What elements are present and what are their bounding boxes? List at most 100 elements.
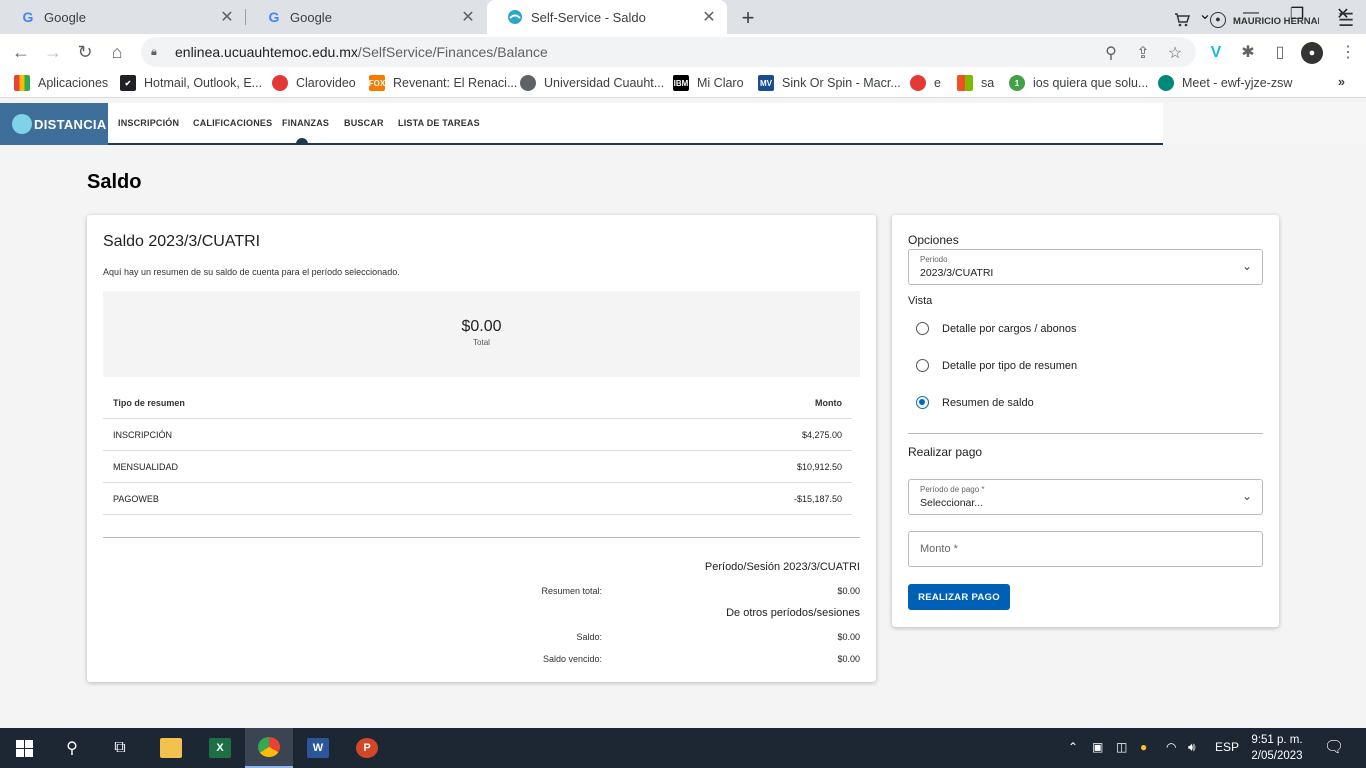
wifi-icon[interactable]: ◠ (1166, 740, 1176, 754)
browser-tab[interactable]: G Google ✕ (246, 0, 486, 34)
saldo-label: Saldo: (576, 632, 602, 642)
reload-icon[interactable]: ↻ (72, 39, 98, 65)
radio-detalle-cargos[interactable]: Detalle por cargos / abonos (916, 322, 1077, 335)
column-header: Monto (815, 397, 842, 408)
logo-mark-icon (12, 114, 32, 134)
browser-tab-active[interactable]: Self-Service - Saldo ✕ (487, 0, 727, 34)
table-header: Tipo de resumen Monto (103, 387, 852, 419)
row-amount: $4,275.00 (801, 429, 842, 440)
tab-title: Google (290, 9, 332, 25)
close-tab-icon[interactable]: ✕ (460, 7, 476, 27)
bookmark-item[interactable]: Meet - ewf-yjze-zsw (1158, 75, 1292, 91)
amount-input[interactable]: Monto * (908, 531, 1263, 567)
row-type: PAGOWEB (113, 493, 159, 504)
file-explorer-icon[interactable] (147, 728, 195, 768)
summary-total-value: $0.00 (837, 586, 860, 596)
balance-heading: Saldo 2023/3/CUATRI (103, 233, 261, 250)
clock-time: 9:51 p. m. (1251, 734, 1303, 746)
bookmark-label: Clarovideo (296, 76, 356, 90)
hamburger-menu-icon[interactable]: ☰ (1338, 10, 1354, 31)
chrome-icon[interactable] (245, 728, 293, 768)
google-icon: G (268, 9, 280, 25)
column-header: Tipo de resumen (113, 397, 185, 408)
lock-icon[interactable]: 🔒︎ (151, 46, 165, 59)
radio-button[interactable] (916, 359, 929, 372)
notifications-icon[interactable]: 🗨︎ (1324, 737, 1344, 757)
profile-avatar[interactable]: ● (1301, 42, 1323, 64)
norton-icon[interactable]: ● (1140, 740, 1147, 754)
nav-calificaciones[interactable]: CALIFICACIONES (193, 118, 272, 128)
payment-period-select[interactable]: Período de pago * Seleccionar... ⌄ (908, 479, 1263, 515)
new-tab-icon[interactable]: + (738, 5, 758, 31)
period-select-label: Periodo (920, 255, 948, 264)
word-icon[interactable]: W (294, 728, 342, 768)
chevron-down-icon: ⌄ (1241, 259, 1252, 273)
radio-button[interactable] (916, 322, 929, 335)
home-icon[interactable]: ⌂ (104, 39, 130, 65)
bookmark-item[interactable]: ✔ Hotmail, Outlook, E... (120, 75, 262, 91)
screen-icon[interactable]: ◫ (1116, 740, 1127, 754)
tray-overflow-icon[interactable]: ⌃ (1068, 740, 1078, 754)
table-row: INSCRIPCIÓN $4,275.00 (103, 419, 852, 451)
opera-icon (910, 75, 926, 91)
row-type: INSCRIPCIÓN (113, 429, 173, 440)
overdue-label: Saldo vencido: (542, 654, 602, 664)
browser-tab[interactable]: G Google ✕ (0, 0, 245, 34)
volume-icon[interactable]: 🔊︎ (1188, 740, 1196, 755)
number-one-icon: 1 (1009, 75, 1025, 91)
excel-icon[interactable]: X (196, 728, 244, 768)
summary-total-label: Resumen total: (541, 586, 602, 596)
bookmark-star-icon[interactable]: ☆ (1165, 43, 1185, 63)
nav-inscripcion[interactable]: INSCRIPCIÓN (118, 118, 179, 128)
forward-icon[interactable]: → (40, 39, 66, 65)
more-bookmarks-icon[interactable]: » (1338, 75, 1345, 89)
search-icon[interactable]: ⚲ (60, 736, 84, 760)
back-icon[interactable]: ← (8, 39, 34, 65)
logo[interactable]: DISTANCIA (0, 103, 108, 145)
bookmark-item[interactable]: MV Sink Or Spin - Macr... (758, 75, 901, 91)
side-panel-icon[interactable]: ▯ (1269, 42, 1291, 64)
language-indicator[interactable]: ESP (1215, 740, 1239, 754)
close-tab-icon[interactable]: ✕ (701, 7, 717, 27)
windows-start-icon[interactable] (12, 736, 36, 760)
nav-finanzas[interactable]: FINANZAS (282, 118, 329, 128)
extensions-icon[interactable]: ✱ (1237, 42, 1259, 64)
nav-buscar[interactable]: BUSCAR (344, 118, 384, 128)
share-icon[interactable]: ⇪ (1133, 43, 1153, 63)
bookmark-item[interactable]: IBM Mi Claro (673, 75, 744, 91)
total-amount: $0.00 (461, 318, 502, 335)
summary-table: Tipo de resumen Monto INSCRIPCIÓN $4,275… (103, 387, 852, 515)
zoom-icon[interactable]: ⚲ (1101, 43, 1121, 63)
clock[interactable]: 9:51 p. m. 2/05/2023 (1244, 732, 1310, 764)
meet-now-icon[interactable]: ▣ (1092, 740, 1103, 754)
radio-resumen-saldo[interactable]: Resumen de saldo (916, 396, 1034, 409)
user-icon[interactable]: ● (1210, 12, 1226, 28)
bookmark-label: Revenant: El Renaci... (393, 76, 518, 90)
bookmark-item[interactable]: Aplicaciones (14, 75, 108, 91)
radio-detalle-tipo[interactable]: Detalle por tipo de resumen (916, 359, 1077, 372)
bookmark-item[interactable]: FOX Revenant: El Renaci... (369, 75, 517, 91)
realizar-pago-button[interactable]: REALIZAR PAGO (908, 584, 1010, 610)
user-name[interactable]: MAURICIO HERNAI (1233, 16, 1319, 27)
bookmark-label: e (934, 76, 941, 90)
bookmark-item[interactable]: 1 ios quiera que solu... (1009, 75, 1148, 91)
vimeo-icon[interactable]: V (1205, 42, 1227, 64)
bookmark-item[interactable]: sa (957, 75, 994, 91)
bookmark-item[interactable]: Universidad Cuauht... (520, 75, 664, 91)
period-select[interactable]: Periodo 2023/3/CUATRI ⌄ (908, 249, 1263, 285)
bookmark-item[interactable]: Clarovideo (272, 75, 356, 91)
address-bar[interactable]: 🔒︎ enlinea.ucuauhtemoc.edu.mx/SelfServic… (141, 37, 1196, 67)
task-view-icon[interactable]: ⧉ (108, 736, 132, 760)
globe-icon (520, 75, 536, 91)
nav-lista-de-tareas[interactable]: LISTA DE TAREAS (398, 118, 480, 128)
table-row: PAGOWEB -$15,187.50 (103, 483, 852, 515)
radio-button-selected[interactable] (916, 396, 929, 409)
close-tab-icon[interactable]: ✕ (219, 7, 235, 27)
active-nav-indicator (296, 138, 308, 144)
bookmark-item[interactable]: e (910, 75, 941, 91)
powerpoint-icon[interactable]: P (343, 728, 391, 768)
chrome-menu-icon[interactable]: ⋮ (1337, 42, 1359, 64)
bookmarks-bar: Aplicaciones ✔ Hotmail, Outlook, E... Cl… (0, 70, 1366, 98)
radio-label: Resumen de saldo (942, 396, 1034, 409)
cart-icon[interactable] (1174, 12, 1191, 32)
